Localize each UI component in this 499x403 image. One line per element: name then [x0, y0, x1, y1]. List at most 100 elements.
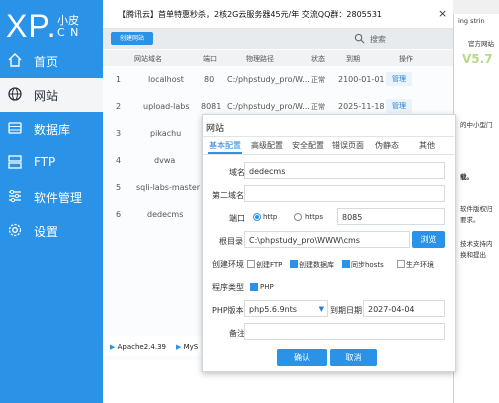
home-icon [8, 53, 22, 67]
nav-item-website[interactable]: 网站 [0, 78, 103, 112]
tab-basic[interactable]: 基本配置 [209, 140, 241, 151]
root-dir-input[interactable]: C:\phpstudy_pro\WWW\cms [244, 231, 410, 248]
sliders-icon [9, 189, 21, 203]
row-status: 正常 [311, 76, 325, 84]
nav-item-ftp[interactable]: FTP [0, 146, 103, 180]
sync-hosts-checkbox[interactable] [342, 260, 350, 268]
header-port: 端口 [203, 55, 217, 63]
browser-text-line: 载。 [460, 173, 473, 181]
database-icon [8, 122, 22, 134]
browser-text-line: 软件版权归 [460, 205, 493, 213]
ftp-icon [8, 155, 22, 169]
ad-banner-text[interactable]: 【腾讯云】首单特惠秒杀，2核2G云服务器45元/年 交流QQ群：2805531 [118, 9, 382, 20]
https-radio[interactable] [294, 213, 302, 221]
browser-search-text[interactable]: ing strin [458, 17, 485, 25]
header-path: 物理路径 [246, 55, 274, 63]
row-path: C:/phpstudy_pro/W... [227, 75, 310, 84]
nav-item-database[interactable]: 数据库 [0, 112, 103, 146]
dialog-divider [202, 136, 454, 137]
create-ftp-checkbox[interactable] [247, 260, 255, 268]
production-env-label: 生产环境 [406, 261, 434, 269]
port-input[interactable]: 8085 [337, 208, 445, 225]
php-checkbox[interactable] [250, 283, 258, 291]
browser-text-line: 技术支持内 [460, 240, 493, 248]
php-label: PHP [260, 283, 274, 291]
note-input[interactable] [244, 323, 445, 340]
mysql-label: MyS [183, 343, 199, 351]
browser-doc-link[interactable]: 官方网站 [468, 38, 494, 48]
browser-text-line: 换和提出 [460, 251, 486, 259]
globe-icon [8, 87, 22, 101]
production-env-checkbox[interactable] [397, 260, 405, 268]
table-header: 网站域名 端口 物理路径 状态 到期 操作 [103, 50, 453, 66]
row-port: 80 [204, 75, 215, 84]
http-radio[interactable] [253, 213, 261, 221]
confirm-button[interactable]: 确认 [277, 349, 327, 366]
row-domain: dedecms [147, 210, 184, 219]
tab-other[interactable]: 其他 [419, 140, 435, 151]
row-number: 5 [116, 183, 122, 192]
nav-label-settings: 设置 [34, 225, 59, 239]
expire-date-input[interactable]: 2027-04-04 [363, 300, 445, 317]
browse-button[interactable]: 浏览 [412, 231, 445, 248]
cancel-button[interactable]: 取消 [330, 349, 377, 366]
php-version-label: PHP版本 [212, 306, 244, 315]
app-logo: XP. [6, 8, 57, 44]
root-dir-label: 根目录 [219, 237, 243, 246]
manage-button[interactable]: 管理 [386, 72, 412, 86]
php-version-value: php5.6.9nts [249, 305, 297, 314]
toolbar [103, 29, 453, 49]
row-number: 3 [116, 129, 122, 138]
search-label[interactable]: 搜索 [370, 34, 386, 45]
http-label: http [263, 213, 278, 221]
row-domain: sqli-labs-master [136, 183, 201, 192]
row-number: 4 [116, 156, 122, 165]
row-number: 2 [116, 102, 122, 111]
nav-label-database: 数据库 [34, 123, 71, 137]
row-number: 6 [116, 210, 122, 219]
row-domain: pikachu [150, 129, 182, 138]
header-domain: 网站域名 [134, 55, 162, 63]
nav-item-software[interactable]: 软件管理 [0, 180, 103, 214]
tab-error-pages[interactable]: 错误页面 [332, 140, 364, 151]
tab-divider [202, 154, 454, 155]
create-db-label: 创建数据库 [299, 261, 334, 269]
create-db-checkbox[interactable] [290, 260, 298, 268]
sync-hosts-label: 同步hosts [351, 261, 384, 269]
mysql-status[interactable]: ▶ MyS [176, 343, 198, 351]
row-port: 8081 [201, 102, 222, 111]
second-domain-label: 第二域名 [212, 191, 244, 200]
second-domain-input[interactable] [244, 185, 445, 202]
nav-item-settings[interactable]: 设置 [0, 214, 103, 248]
nav-label-website: 网站 [34, 89, 59, 103]
create-website-button[interactable]: 创建网站 [111, 32, 153, 45]
dialog-title: 网站 [206, 124, 225, 134]
expire-date-label: 到期日期 [330, 306, 362, 315]
nav-label-software: 软件管理 [34, 191, 83, 205]
php-version-select[interactable]: php5.6.9nts ▼ [244, 300, 328, 317]
gear-icon [8, 223, 22, 237]
dropdown-arrow-icon: ▼ [318, 305, 324, 313]
port-label: 端口 [229, 214, 245, 223]
domain-label: 域名 [229, 168, 245, 177]
close-icon[interactable]: × [438, 7, 447, 20]
env-label: 创建环境 [212, 260, 244, 269]
triangle-icon: ▶ [176, 343, 184, 351]
tab-security[interactable]: 安全配置 [292, 140, 324, 151]
nav-item-home[interactable]: 首页 [0, 44, 103, 78]
search-icon[interactable] [354, 33, 365, 44]
apache-label: Apache2.4.39 [117, 343, 166, 351]
domain-input[interactable]: dedecms [244, 162, 445, 179]
apache-status[interactable]: ▶ Apache2.4.39 [110, 343, 166, 351]
row-expire: 2025-11-18 [338, 102, 385, 111]
row-status: 正常 [311, 103, 325, 111]
browser-text-line: 要求。 [460, 216, 480, 224]
program-type-label: 程序类型 [212, 283, 244, 292]
manage-button[interactable]: 管理 [386, 99, 412, 113]
nav-label-ftp: FTP [34, 155, 56, 169]
note-label: 备注 [229, 329, 245, 338]
tab-advanced[interactable]: 高级配置 [251, 140, 283, 151]
tab-rewrite[interactable]: 伪静态 [375, 140, 399, 151]
row-expire: 2100-01-01 [338, 75, 385, 84]
logo-cn-domain: C N [57, 26, 80, 39]
